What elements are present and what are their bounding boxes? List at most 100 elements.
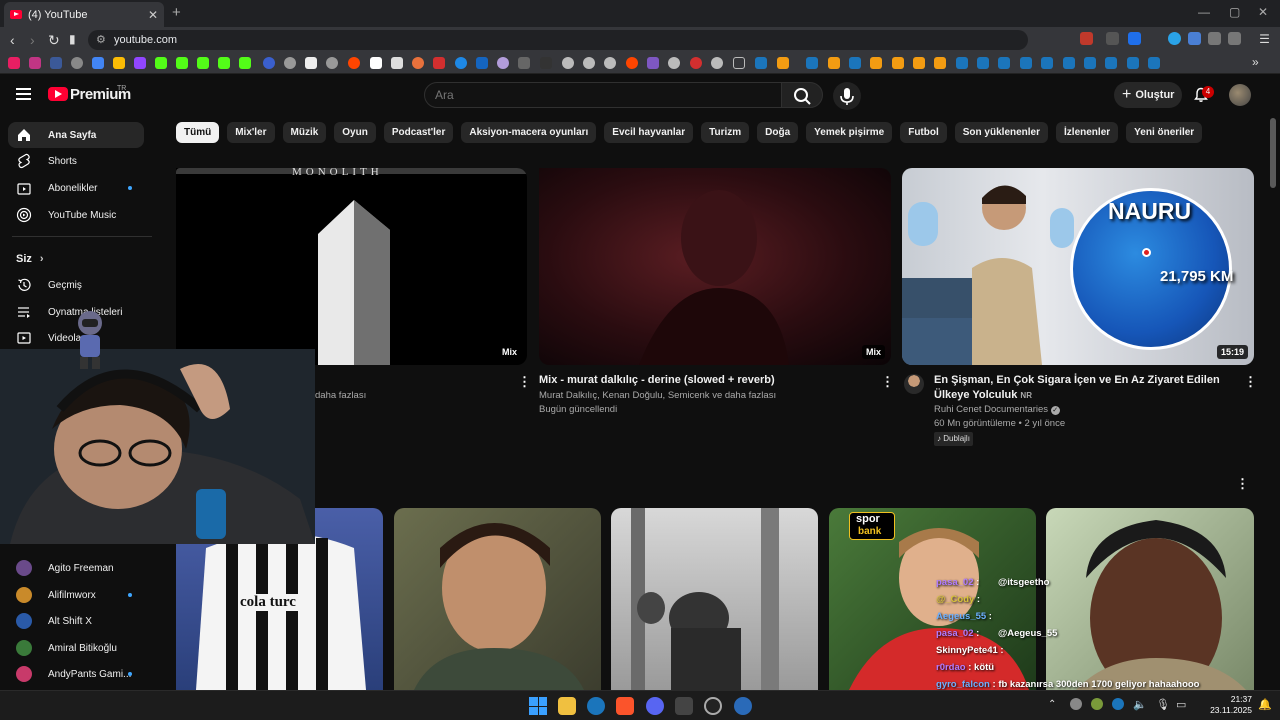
- steam-bookmark-icon[interactable]: [849, 57, 861, 69]
- subscription-item[interactable]: Alt Shift X: [8, 608, 144, 634]
- chip[interactable]: Son yüklenenler: [954, 122, 1049, 143]
- bookmark-favicon-icon[interactable]: [604, 57, 616, 69]
- steam-bookmark-icon[interactable]: [1020, 57, 1032, 69]
- file-explorer-icon[interactable]: [558, 697, 576, 715]
- bookmark-favicon-icon[interactable]: [892, 57, 904, 69]
- bookmark-favicon-icon[interactable]: [263, 57, 275, 69]
- new-tab-button[interactable]: +: [172, 4, 181, 21]
- bookmark-favicon-icon[interactable]: [668, 57, 680, 69]
- bookmark-favicon-icon[interactable]: [50, 57, 62, 69]
- steam-icon[interactable]: [587, 697, 605, 715]
- chip[interactable]: İzlenenler: [1056, 122, 1119, 143]
- more-options-icon[interactable]: ⋮: [518, 374, 531, 390]
- page-scrollbar[interactable]: [1270, 118, 1276, 188]
- bookmark-favicon-icon[interactable]: [239, 57, 251, 69]
- video-thumbnail[interactable]: [394, 508, 601, 690]
- speaker-icon[interactable]: 🔈: [1133, 698, 1147, 711]
- search-input[interactable]: [424, 82, 782, 108]
- sidebar-item-subscriptions[interactable]: Abonelikler: [8, 175, 144, 201]
- menu-icon[interactable]: ☰: [1258, 32, 1271, 46]
- discord-icon[interactable]: [646, 697, 664, 715]
- create-button[interactable]: + Oluştur: [1114, 82, 1182, 108]
- bookmark-favicon-icon[interactable]: [777, 57, 789, 69]
- bookmark-favicon-icon[interactable]: [455, 57, 467, 69]
- back-icon[interactable]: ‹: [10, 32, 15, 48]
- voice-search-button[interactable]: [833, 82, 861, 110]
- more-bookmarks-icon[interactable]: »: [1252, 55, 1259, 69]
- bookmark-favicon-icon[interactable]: [626, 57, 638, 69]
- tray-steam-icon[interactable]: [1112, 698, 1124, 710]
- video-thumbnail[interactable]: Mix: [539, 168, 891, 365]
- bookmark-favicon-icon[interactable]: [497, 57, 509, 69]
- chip[interactable]: Doğa: [757, 122, 799, 143]
- steam-bookmark-icon[interactable]: [1127, 57, 1139, 69]
- network-icon[interactable]: ▭: [1176, 698, 1186, 711]
- bookmark-favicon-icon[interactable]: [583, 57, 595, 69]
- bookmark-favicon-icon[interactable]: [412, 57, 424, 69]
- account-avatar[interactable]: [1229, 84, 1251, 106]
- mic-tray-icon[interactable]: 🎙: [1156, 698, 1170, 711]
- extensions-puzzle-icon[interactable]: [1208, 32, 1221, 45]
- steam-bookmark-icon[interactable]: [956, 57, 968, 69]
- bookmark-favicon-icon[interactable]: [913, 57, 925, 69]
- system-clock[interactable]: 21:37 23.11.2025: [1210, 694, 1252, 716]
- steam-bookmark-icon[interactable]: [998, 57, 1010, 69]
- youtube-logo-icon[interactable]: [48, 87, 68, 101]
- bookmark-favicon-icon[interactable]: [134, 57, 146, 69]
- brave-shields-icon[interactable]: [1080, 32, 1093, 45]
- bookmark-favicon-icon[interactable]: [370, 57, 382, 69]
- video-thumbnail[interactable]: NAURU 21,795 KM 15:19: [902, 168, 1254, 365]
- brave-browser-icon[interactable]: [616, 697, 634, 715]
- bookmark-favicon-icon[interactable]: [690, 57, 702, 69]
- bookmark-folder-icon[interactable]: [733, 57, 745, 69]
- tray-app-icon[interactable]: [1070, 698, 1082, 710]
- bookmark-favicon-icon[interactable]: [540, 57, 552, 69]
- forward-icon[interactable]: ›: [30, 32, 35, 48]
- chip[interactable]: Turizm: [701, 122, 750, 143]
- steam-bookmark-icon[interactable]: [977, 57, 989, 69]
- steam-bookmark-icon[interactable]: [755, 57, 767, 69]
- channel-name[interactable]: Ruhi Cenet Documentaries ✓: [934, 403, 1060, 417]
- tray-app-icon[interactable]: [1091, 698, 1103, 710]
- bookmark-favicon-icon[interactable]: [326, 57, 338, 69]
- extension-icon[interactable]: [1168, 32, 1181, 45]
- app-icon[interactable]: [734, 697, 752, 715]
- bookmark-favicon-icon[interactable]: [711, 57, 723, 69]
- reload-icon[interactable]: ↻: [48, 32, 60, 49]
- bookmark-favicon-icon[interactable]: [348, 57, 360, 69]
- sidebar-icon[interactable]: [1228, 32, 1241, 45]
- bookmark-favicon-icon[interactable]: [934, 57, 946, 69]
- steam-bookmark-icon[interactable]: [1084, 57, 1096, 69]
- steam-bookmark-icon[interactable]: [1148, 57, 1160, 69]
- chip[interactable]: Yemek pişirme: [806, 122, 893, 143]
- bookmark-favicon-icon[interactable]: [518, 57, 530, 69]
- video-channels[interactable]: Murat Dalkılıç, Kenan Doğulu, Semicenk v…: [539, 389, 869, 403]
- sidebar-item-history[interactable]: Geçmiş: [8, 272, 144, 298]
- shelf-more-options-icon[interactable]: ⋮: [1236, 476, 1249, 492]
- bookmark-favicon-icon[interactable]: [92, 57, 104, 69]
- notification-center-icon[interactable]: 🔔: [1258, 698, 1272, 711]
- bookmark-favicon-icon[interactable]: [155, 57, 167, 69]
- extension-icon[interactable]: [1128, 32, 1141, 45]
- chip[interactable]: Müzik: [282, 122, 327, 143]
- bookmark-favicon-icon[interactable]: [113, 57, 125, 69]
- minimize-icon[interactable]: —: [1198, 5, 1210, 19]
- chip[interactable]: Evcil hayvanlar: [604, 122, 694, 143]
- steam-bookmark-icon[interactable]: [806, 57, 818, 69]
- window-close-icon[interactable]: ✕: [1258, 5, 1268, 19]
- more-options-icon[interactable]: ⋮: [1244, 374, 1257, 390]
- bookmark-favicon-icon[interactable]: [433, 57, 445, 69]
- bookmark-icon[interactable]: ▮: [69, 32, 76, 46]
- subscription-item[interactable]: Agito Freeman: [8, 555, 144, 581]
- chip[interactable]: Podcast'ler: [383, 122, 454, 143]
- steam-bookmark-icon[interactable]: [1041, 57, 1053, 69]
- steam-bookmark-icon[interactable]: [1063, 57, 1075, 69]
- site-settings-icon[interactable]: ⚙: [96, 33, 106, 46]
- search-button[interactable]: [781, 82, 823, 108]
- restore-icon[interactable]: ▢: [1229, 5, 1240, 19]
- bookmark-favicon-icon[interactable]: [29, 57, 41, 69]
- obs-icon[interactable]: [704, 697, 722, 715]
- bookmark-favicon-icon[interactable]: [828, 57, 840, 69]
- bookmark-favicon-icon[interactable]: [197, 57, 209, 69]
- hamburger-menu-icon[interactable]: [16, 88, 31, 100]
